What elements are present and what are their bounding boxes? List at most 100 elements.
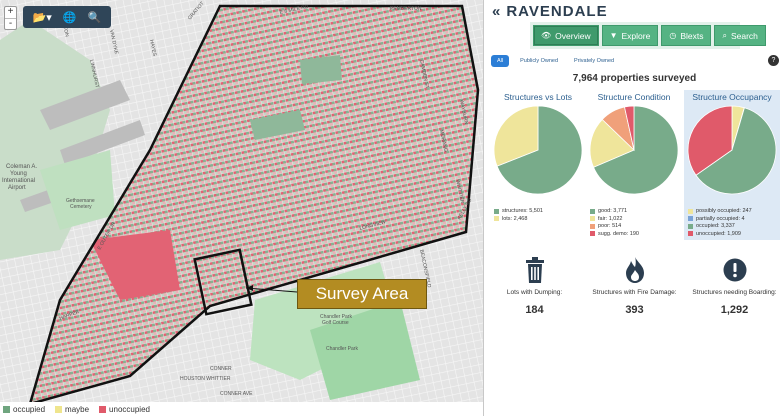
chart-legend-item: possibly occupied: 247 (688, 208, 752, 214)
filter-icon: ▼ (609, 31, 618, 40)
legend-item-occupied: occupied (3, 405, 45, 414)
fire-icon (585, 255, 684, 285)
chart-structure-occupancy: Structure Occupancy possibly occupied: 2… (684, 90, 780, 240)
stat-value: 393 (625, 304, 644, 316)
chart-legend-item: occupied: 3,337 (688, 223, 735, 229)
legend-label: poor: 514 (598, 223, 622, 229)
clock-icon: ◷ (669, 31, 677, 40)
trash-icon (485, 255, 584, 285)
globe-icon[interactable]: 🌐 (63, 11, 77, 24)
stat-label: Structures with Fire Damage: (592, 289, 677, 296)
stat-value: 184 (525, 304, 544, 316)
map-label: Chandler Park (326, 346, 358, 352)
map-label: Coleman A. (6, 164, 37, 170)
filter-all[interactable]: All (491, 55, 510, 67)
legend-swatch (494, 216, 499, 221)
map-legend: occupied maybe unoccupied (0, 402, 483, 416)
map-label: PEMBERTON (390, 6, 422, 12)
chart-legend-item: structures: 5,501 (494, 208, 543, 214)
legend-swatch (590, 216, 595, 221)
chart-legend-item: partially occupied: 4 (688, 216, 745, 222)
legend-swatch (688, 231, 693, 236)
map-view[interactable]: Coleman A. Young International Airport G… (0, 0, 484, 416)
map-label: Young (10, 171, 27, 177)
map-label: CONNER (210, 366, 232, 372)
legend-item-unoccupied: unoccupied (99, 405, 150, 414)
tab-search[interactable]: ⌕ Search (714, 25, 766, 46)
legend-label: occupied (13, 404, 46, 414)
legend-label: unoccupied: 1,909 (696, 230, 741, 237)
stat-label: Structures needing Boarding: (692, 289, 777, 296)
map-label: International (2, 178, 35, 184)
pie-chart (493, 105, 583, 195)
tab-explore[interactable]: ▼ Explore (601, 25, 659, 46)
legend-label: possibly occupied: 247 (696, 208, 752, 214)
help-icon[interactable]: ? (768, 55, 779, 66)
chart-legend-item: lots: 2,468 (494, 216, 527, 222)
legend-label: occupied: 3,337 (696, 223, 735, 229)
survey-area-label: Survey Area (297, 279, 427, 309)
chart-title: Structure Occupancy (692, 92, 772, 102)
chart-structures-vs-lots: Structures vs Lots structures: 5,501 lots… (490, 90, 586, 240)
tab-label: Explore (621, 30, 651, 41)
stat-fire-damage: Structures with Fire Damage: 393 (585, 255, 684, 316)
tab-blexts[interactable]: ◷ Blexts (661, 25, 712, 46)
legend-swatch (99, 405, 107, 413)
legend-item-maybe: maybe (55, 405, 89, 414)
legend-swatch (590, 231, 595, 236)
zoom-in-button[interactable]: + (5, 7, 16, 18)
legend-swatch (494, 208, 499, 214)
legend-label: lots: 2,468 (502, 215, 528, 222)
ownership-filter: All Publicly Owned Privately Owned (491, 55, 625, 67)
legend-swatch (3, 405, 10, 413)
filter-publicly-owned[interactable]: Publicly Owned (515, 55, 563, 67)
chart-legend-item: fair: 1,022 (590, 216, 622, 222)
legend-swatch (590, 208, 595, 214)
eye-icon: 👁 (541, 31, 552, 40)
exclamation-icon (685, 255, 784, 285)
stat-dumping: Lots with Dumping: 184 (485, 255, 584, 316)
chart-title: Structure Condition (597, 92, 671, 102)
zoom-out-button[interactable]: - (5, 18, 16, 29)
legend-swatch (688, 216, 693, 221)
legend-label: good: 3,771 (598, 208, 628, 214)
legend-label: structures: 5,501 (502, 208, 543, 214)
map-canvas[interactable]: Coleman A. Young International Airport G… (0, 0, 484, 416)
filter-privately-owned[interactable]: Privately Owned (569, 55, 619, 67)
map-label: Golf Course (322, 320, 349, 326)
info-panel: « RAVENDALE 👁 Overview ▼ Explore ◷ Blexts ⌕… (485, 0, 784, 416)
charts-row: Structures vs Lots structures: 5,501 lots… (490, 90, 781, 240)
legend-label: fair: 1,022 (598, 215, 623, 222)
legend-label: unoccupied (109, 404, 150, 414)
neighborhood-name: RAVENDALE (506, 3, 608, 20)
search-icon[interactable]: 🔍 (88, 11, 102, 24)
nav-tabs: 👁 Overview ▼ Explore ◷ Blexts ⌕ Search (533, 25, 769, 46)
properties-summary: 7,964 properties surveyed (572, 73, 697, 84)
legend-swatch (590, 223, 595, 229)
tab-label: Overview (555, 30, 591, 41)
map-toolbar: 📂▾ 🌐 🔍 (23, 6, 111, 28)
zoom-control: + - (4, 6, 17, 30)
chart-legend-item: good: 3,771 (590, 208, 627, 214)
chart-title: Structures vs Lots (503, 92, 573, 102)
folder-icon[interactable]: 📂▾ (33, 11, 52, 24)
tab-label: Blexts (680, 30, 704, 41)
map-label: HOUSTON WHITTIER (180, 376, 231, 382)
stat-value: 1,292 (720, 304, 749, 316)
map-label: CONNER AVE (220, 391, 253, 397)
pie-chart (589, 105, 679, 195)
legend-swatch (55, 405, 63, 413)
stat-label: Lots with Dumping: (506, 289, 563, 296)
collapse-chevron-icon[interactable]: « (492, 3, 501, 20)
chart-legend-item: sugg. demo: 190 (590, 231, 639, 237)
tab-overview[interactable]: 👁 Overview (533, 25, 599, 46)
chart-structure-condition: Structure Condition good: 3,771 fair: 1,0… (586, 90, 682, 240)
chart-legend-item: unoccupied: 1,909 (688, 231, 741, 237)
map-label: Airport (8, 185, 26, 191)
panel-title: « RAVENDALE (492, 3, 608, 20)
legend-swatch (688, 208, 693, 214)
chart-legend-item: poor: 514 (590, 223, 621, 229)
stats-row: Lots with Dumping: 184 Structures with F… (485, 255, 784, 335)
map-label: Cemetery (70, 204, 92, 210)
pie-chart (687, 105, 777, 195)
